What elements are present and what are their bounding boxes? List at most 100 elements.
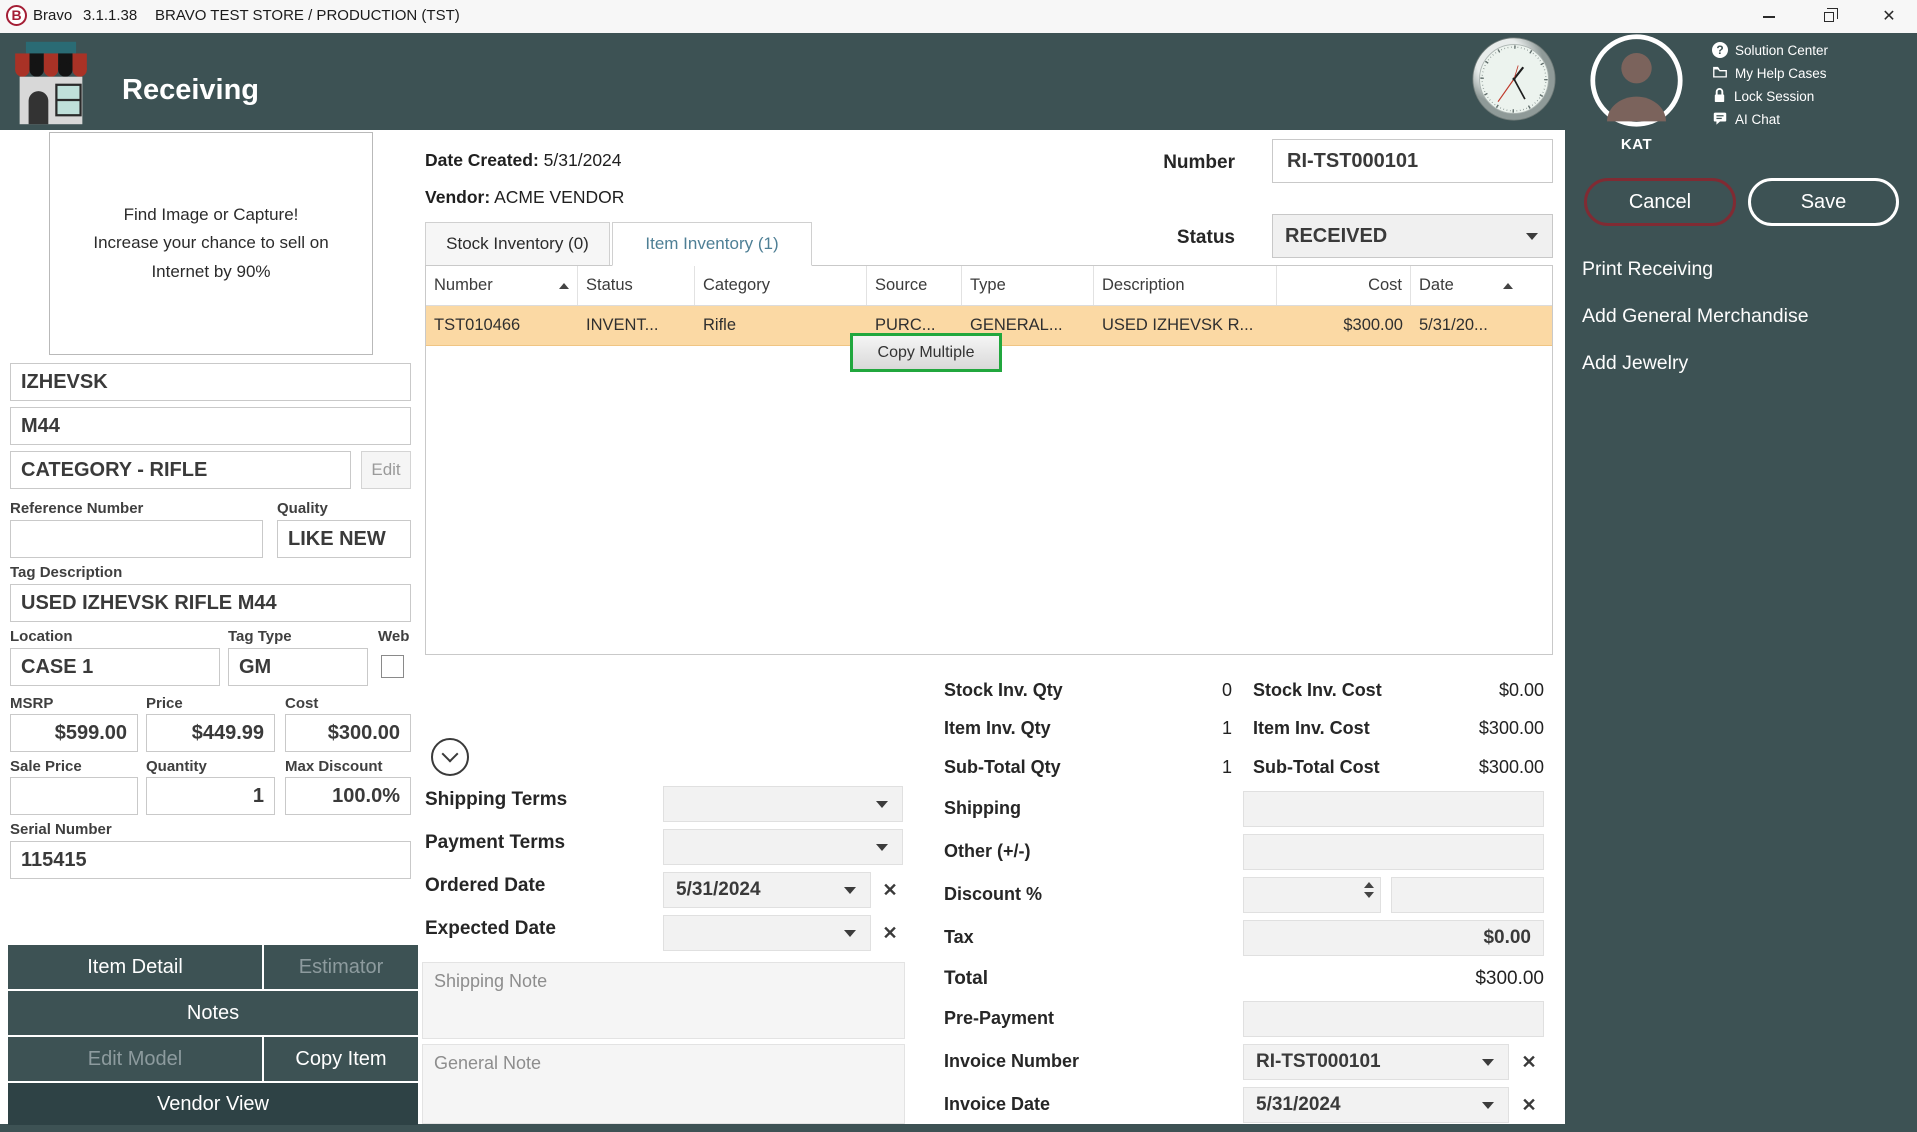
invoice-date-dropdown[interactable]: 5/31/2024 (1243, 1087, 1509, 1123)
link-lock-session[interactable]: Lock Session (1712, 86, 1814, 106)
restore-button[interactable] (1806, 0, 1852, 33)
expected-date-clear-icon[interactable]: ✕ (875, 915, 905, 951)
brand-input[interactable]: IZHEVSK (10, 363, 411, 401)
link-label: AI Chat (1735, 112, 1780, 127)
column-header-status[interactable]: Status (578, 266, 695, 305)
location-label: Location (10, 628, 73, 645)
status-dropdown[interactable]: RECEIVED (1272, 214, 1553, 258)
quality-label: Quality (277, 500, 328, 517)
cancel-button[interactable]: Cancel (1584, 178, 1736, 226)
stock-inv-cost-value: $0.00 (1420, 680, 1544, 701)
column-label: Cost (1368, 276, 1402, 295)
ordered-date-clear-icon[interactable]: ✕ (875, 872, 905, 908)
chat-icon (1712, 110, 1728, 129)
invoice-date-clear-icon[interactable]: ✕ (1514, 1087, 1544, 1123)
item-detail-button[interactable]: Item Detail (8, 945, 262, 989)
close-button[interactable]: ✕ (1866, 0, 1912, 33)
ordered-date-picker[interactable]: 5/31/2024 (663, 872, 871, 908)
copy-multiple-button[interactable]: Copy Multiple (850, 333, 1002, 372)
edit-model-button[interactable]: Edit Model (8, 1037, 262, 1081)
column-header-date[interactable]: Date (1411, 266, 1521, 305)
web-checkbox[interactable] (381, 655, 404, 678)
msrp-label: MSRP (10, 695, 53, 712)
number-label: Number (1150, 152, 1235, 174)
payment-terms-dropdown[interactable] (663, 829, 903, 865)
add-general-merchandise-link[interactable]: Add General Merchandise (1582, 305, 1809, 328)
column-header-source[interactable]: Source (867, 266, 962, 305)
chevron-down-icon (876, 801, 888, 808)
user-avatar[interactable] (1589, 33, 1684, 128)
tab-stock-inventory[interactable]: Stock Inventory (0) (425, 222, 610, 266)
status-label: Status (1150, 227, 1235, 249)
column-header-type[interactable]: Type (962, 266, 1094, 305)
copy-item-button[interactable]: Copy Item (264, 1037, 418, 1081)
column-header-description[interactable]: Description (1094, 266, 1277, 305)
tag-type-input[interactable]: GM (228, 648, 368, 686)
column-header-cost[interactable]: Cost (1277, 266, 1411, 305)
column-header-number[interactable]: Number (426, 266, 578, 305)
minimize-button[interactable] (1746, 0, 1792, 33)
category-input[interactable]: CATEGORY - RIFLE (10, 451, 351, 489)
general-note-textarea[interactable] (422, 1044, 905, 1124)
location-input[interactable]: CASE 1 (10, 648, 220, 686)
edit-category-button[interactable]: Edit (361, 451, 411, 489)
discount-amount-input[interactable] (1391, 877, 1544, 913)
expected-date-picker[interactable] (663, 915, 871, 951)
cell-description: USED IZHEVSK R... (1094, 306, 1277, 345)
link-ai-chat[interactable]: AI Chat (1712, 109, 1780, 129)
shipping-amount-input[interactable] (1243, 791, 1544, 827)
item-inv-cost-label: Item Inv. Cost (1253, 718, 1370, 739)
cell-date: 5/31/20... (1411, 306, 1521, 345)
link-label: Lock Session (1734, 89, 1814, 104)
model-input[interactable]: M44 (10, 407, 411, 445)
shipping-terms-dropdown[interactable] (663, 786, 903, 822)
other-amount-label: Other (+/-) (944, 841, 1031, 862)
discount-percent-stepper[interactable] (1243, 877, 1381, 913)
link-solution-center[interactable]: ? Solution Center (1712, 40, 1828, 60)
link-my-help-cases[interactable]: My Help Cases (1712, 63, 1827, 83)
invoice-number-dropdown[interactable]: RI-TST000101 (1243, 1044, 1509, 1080)
collapse-section-button[interactable] (431, 738, 469, 776)
notes-button[interactable]: Notes (8, 991, 418, 1035)
column-header-category[interactable]: Category (695, 266, 867, 305)
reference-number-input[interactable] (10, 520, 263, 558)
quality-input[interactable]: LIKE NEW (277, 520, 411, 558)
item-image-placeholder[interactable]: Find Image or Capture! Increase your cha… (49, 132, 373, 355)
column-label: Status (586, 276, 633, 295)
tab-label: Item Inventory (1) (645, 234, 778, 254)
ordered-date-label: Ordered Date (425, 875, 545, 897)
receiving-number-input[interactable]: RI-TST000101 (1272, 139, 1553, 183)
msrp-input[interactable]: $599.00 (10, 714, 138, 752)
price-input[interactable]: $449.99 (146, 714, 275, 752)
serial-number-input[interactable]: 115415 (10, 841, 411, 879)
bravo-logo-icon: B (6, 5, 27, 26)
tag-description-input[interactable]: USED IZHEVSK RIFLE M44 (10, 584, 411, 622)
shipping-note-textarea[interactable] (422, 962, 905, 1039)
max-discount-input[interactable]: 100.0% (285, 777, 411, 815)
total-label: Total (944, 968, 988, 990)
tax-input[interactable]: $0.00 (1243, 920, 1544, 956)
column-label: Date (1419, 276, 1454, 295)
quantity-input[interactable]: 1 (146, 777, 275, 815)
chevron-down-icon (1482, 1059, 1494, 1066)
prepayment-input[interactable] (1243, 1001, 1544, 1037)
step-down-icon (1364, 892, 1374, 898)
estimator-button[interactable]: Estimator (264, 945, 418, 989)
column-label: Description (1102, 276, 1185, 295)
add-jewelry-link[interactable]: Add Jewelry (1582, 352, 1688, 375)
prepayment-label: Pre-Payment (944, 1008, 1054, 1029)
column-label: Number (434, 276, 493, 295)
tab-item-inventory[interactable]: Item Inventory (1) (612, 222, 812, 266)
column-label: Source (875, 276, 927, 295)
vendor-view-button[interactable]: Vendor View (8, 1083, 418, 1125)
save-button[interactable]: Save (1748, 178, 1899, 226)
stepper-arrows[interactable] (1364, 882, 1374, 898)
invoice-number-clear-icon[interactable]: ✕ (1514, 1044, 1544, 1080)
other-amount-input[interactable] (1243, 834, 1544, 870)
stock-inv-qty-value: 0 (1150, 680, 1232, 701)
print-receiving-link[interactable]: Print Receiving (1582, 258, 1713, 281)
sale-price-input[interactable] (10, 777, 138, 815)
ordered-date-value: 5/31/2024 (676, 879, 761, 901)
item-inventory-table: Number Status Category Source Type Descr… (425, 265, 1553, 655)
cost-input[interactable]: $300.00 (285, 714, 411, 752)
